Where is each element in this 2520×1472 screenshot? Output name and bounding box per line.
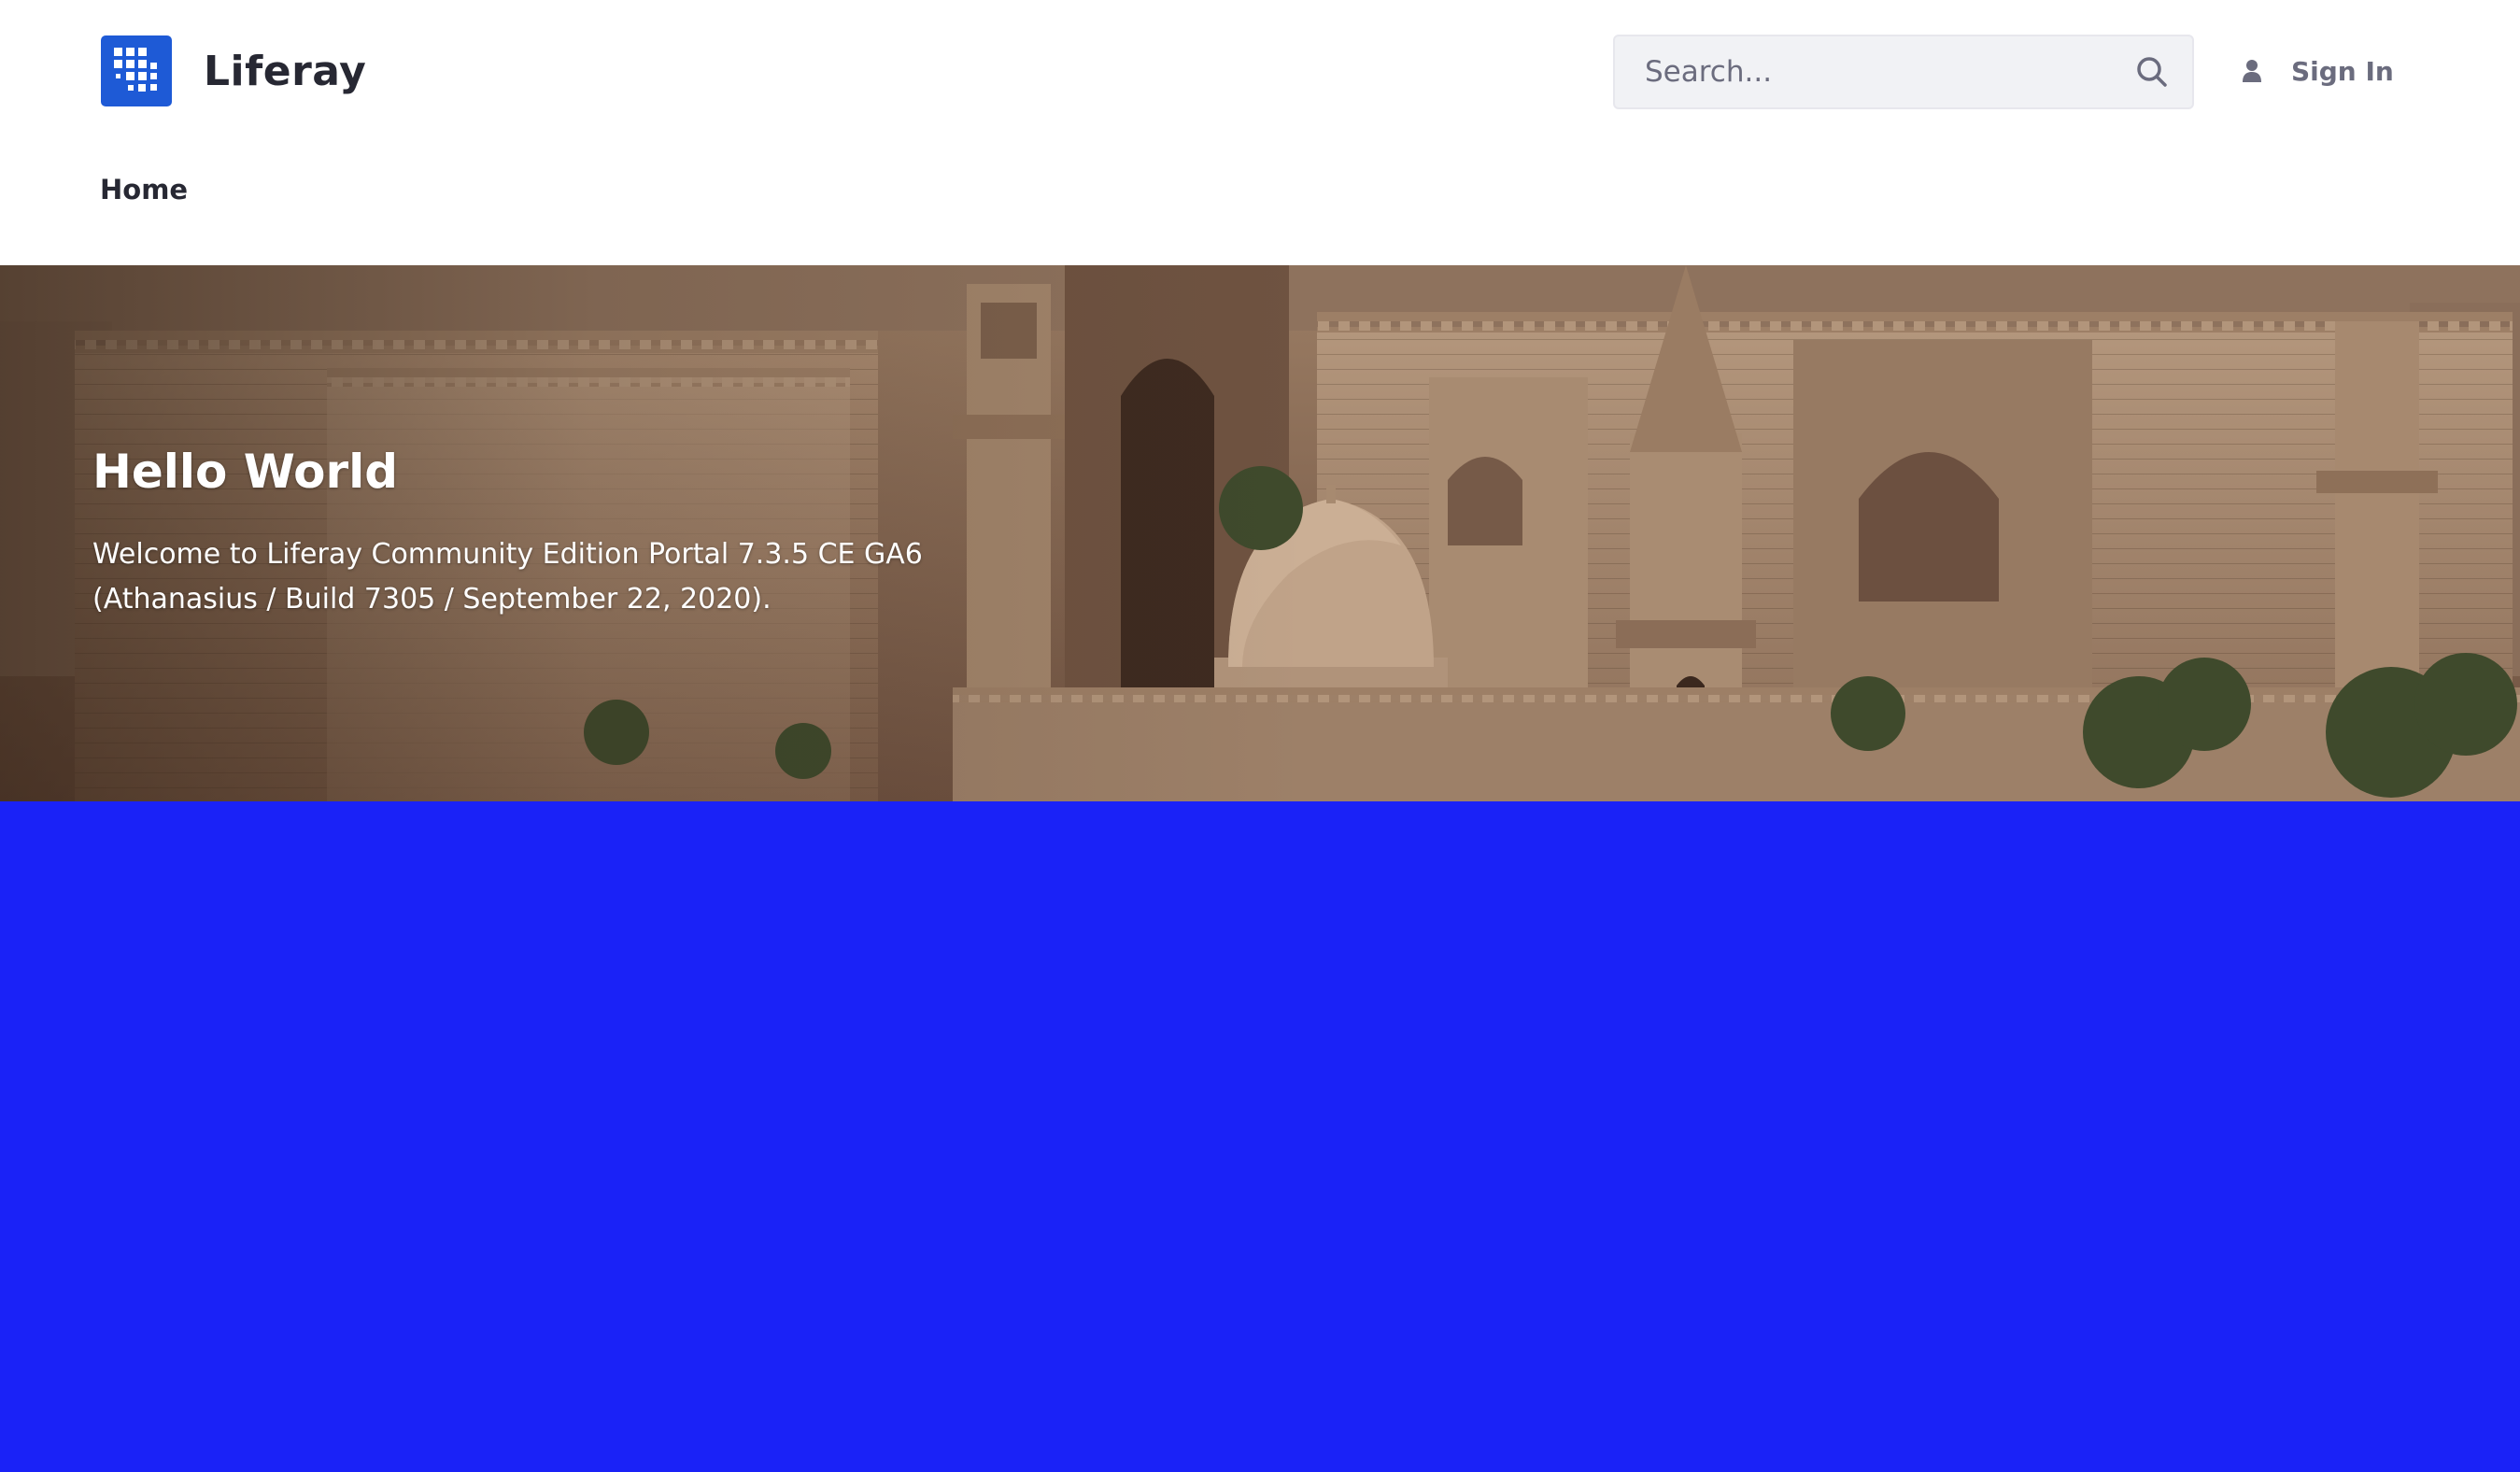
site-logo-link[interactable]: Liferay: [101, 35, 366, 106]
sign-in-label: Sign In: [2291, 55, 2394, 87]
hero-banner: Hello World Welcome to Liferay Community…: [0, 265, 2520, 801]
search-icon: [2137, 57, 2167, 87]
nav-item-home[interactable]: Home: [100, 174, 188, 205]
sign-in-button[interactable]: Sign In: [2237, 47, 2394, 95]
search-button[interactable]: [2112, 36, 2192, 107]
search-bar: [1613, 35, 2194, 109]
user-icon: [2237, 56, 2267, 86]
main-navigation: Home: [100, 174, 188, 205]
hero-title: Hello World: [92, 445, 399, 499]
hero-body-text: Welcome to Liferay Community Edition Por…: [92, 538, 923, 616]
search-input[interactable]: [1615, 36, 2112, 107]
liferay-logo-icon: [101, 35, 172, 106]
content-area: [0, 801, 2520, 1472]
page: Liferay Sign In Home: [0, 0, 2520, 1472]
site-name[interactable]: Liferay: [204, 48, 366, 95]
site-header: Liferay Sign In Home: [0, 0, 2520, 265]
